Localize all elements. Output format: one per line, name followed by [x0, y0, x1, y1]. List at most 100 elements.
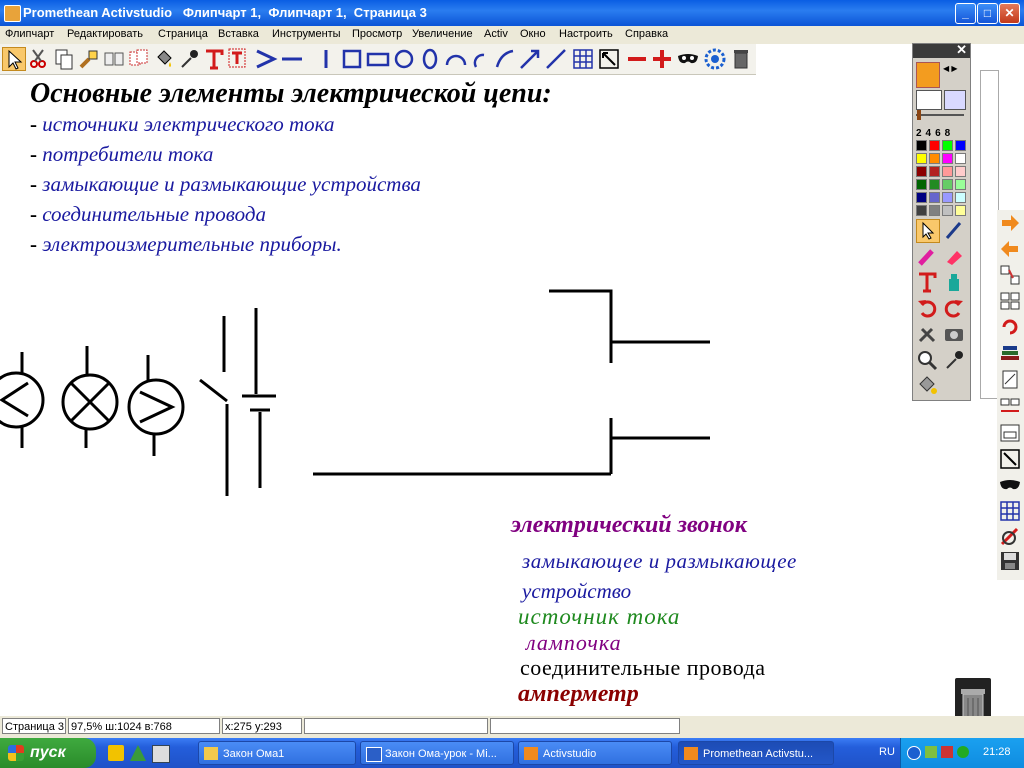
resize-page-icon[interactable] [999, 448, 1021, 470]
width-slider[interactable] [916, 114, 964, 122]
spray-icon[interactable] [943, 271, 965, 293]
reset-page-icon[interactable] [999, 316, 1021, 338]
activstudio-icon [524, 747, 538, 760]
color-swatch[interactable] [929, 205, 940, 216]
color-swatch[interactable] [916, 192, 927, 203]
reveal-mask-icon[interactable] [999, 474, 1021, 496]
color-swatch[interactable] [942, 153, 953, 164]
undo-icon[interactable] [916, 297, 938, 319]
page-width-icon[interactable] [999, 396, 1021, 418]
taskbar-button-label: Закон Ома1 [223, 748, 285, 760]
taskbar-button[interactable]: Закон Ома-урок - Mi... [360, 741, 514, 765]
pen-icon[interactable] [943, 219, 965, 241]
taskbar-button[interactable]: Закон Ома1 [198, 741, 356, 765]
tray-icon[interactable] [957, 746, 969, 758]
color-swatch[interactable] [955, 192, 966, 203]
eraser-icon[interactable] [943, 245, 965, 267]
camera-icon[interactable] [943, 323, 965, 345]
color-swatch[interactable] [929, 153, 940, 164]
desktop-icon[interactable] [944, 90, 966, 110]
label-wires: соединительные провода [520, 655, 766, 680]
magnifier-icon[interactable] [916, 349, 938, 371]
color-swatch[interactable] [942, 205, 953, 216]
color-swatch[interactable] [955, 205, 966, 216]
panel-header[interactable]: ✕ [913, 42, 970, 58]
next-page-icon[interactable] [999, 212, 1021, 234]
screen-icon[interactable] [916, 90, 942, 110]
panel-close-button[interactable]: ✕ [956, 42, 967, 58]
bucket-icon[interactable] [916, 374, 938, 396]
minimize-button[interactable]: _ [955, 3, 976, 24]
resource-library-icon[interactable] [999, 342, 1021, 364]
pen-widths[interactable]: 2468 [916, 128, 954, 139]
taskbar: пуск Закон Ома1 Закон Ома-урок - Mi... A… [0, 738, 1024, 768]
switch-symbol[interactable] [199, 316, 229, 496]
color-swatch[interactable] [955, 179, 966, 190]
folder-icon [204, 747, 218, 760]
close-button[interactable]: ✕ [999, 3, 1020, 24]
color-swatch[interactable] [955, 153, 966, 164]
color-swatch[interactable] [929, 179, 940, 190]
maximize-button[interactable]: □ [977, 3, 998, 24]
color-swatch[interactable] [942, 179, 953, 190]
status-empty-1 [304, 718, 488, 734]
color-swatch[interactable] [916, 153, 927, 164]
color-swatch[interactable] [916, 205, 927, 216]
circuit-drawing [0, 289, 710, 496]
color-swatch[interactable] [955, 140, 966, 151]
color-swatch[interactable] [929, 140, 940, 151]
tray-icon[interactable] [941, 746, 953, 758]
status-zoom: 97,5% ш:1024 в:768 [68, 718, 220, 734]
panel-nav-icon[interactable]: ◀ ▶ [943, 64, 958, 73]
save-icon[interactable] [999, 550, 1021, 572]
prev-page-icon[interactable] [999, 238, 1021, 260]
quicklaunch-icon[interactable] [130, 745, 146, 761]
quicklaunch-icon[interactable] [108, 745, 124, 761]
color-swatch[interactable] [942, 192, 953, 203]
quicklaunch-icon[interactable] [152, 745, 170, 763]
battery-symbol[interactable] [242, 308, 276, 488]
color-swatch[interactable] [942, 166, 953, 177]
color-swatch[interactable] [955, 166, 966, 177]
start-label: пуск [30, 744, 66, 761]
ammeter-symbol[interactable] [0, 352, 45, 448]
bell-symbol[interactable] [313, 289, 710, 476]
highlighter-icon[interactable] [916, 245, 938, 267]
taskbar-button-label: Закон Ома-урок - Mi... [385, 748, 497, 760]
start-button[interactable]: пуск [0, 738, 96, 768]
taskbar-button[interactable]: Activstudio [518, 741, 672, 765]
lamp-symbol[interactable] [61, 346, 119, 448]
clock[interactable]: 21:28 [983, 746, 1011, 758]
status-empty-2 [490, 718, 680, 734]
color-swatch[interactable] [916, 166, 927, 177]
tray-icon[interactable] [925, 746, 937, 758]
status-bar: Страница 3 97,5% ш:1024 в:768 x:275 y:29… [0, 716, 1024, 738]
restore-icon[interactable] [999, 526, 1021, 548]
dropper-icon[interactable] [943, 349, 965, 371]
promethean-icon [684, 747, 698, 760]
tray-expand-icon[interactable] [907, 746, 921, 760]
taskbar-button-label: Promethean Activstu... [703, 748, 814, 760]
language-indicator[interactable]: RU [879, 746, 895, 758]
flipchart-icon[interactable] [916, 62, 940, 88]
color-swatch[interactable] [929, 166, 940, 177]
color-swatch[interactable] [942, 140, 953, 151]
page-organizer-icon[interactable] [999, 290, 1021, 312]
redo-icon[interactable] [943, 297, 965, 319]
label-switch-line1: замыкающее и размыкающее [522, 549, 797, 573]
page-split-icon[interactable] [999, 422, 1021, 444]
slider-handle[interactable] [917, 110, 921, 120]
color-swatch[interactable] [916, 179, 927, 190]
select-tool-icon[interactable] [916, 219, 940, 243]
text-icon[interactable] [916, 271, 938, 293]
page-sorter-icon[interactable] [999, 264, 1021, 286]
word-icon [366, 747, 382, 762]
notes-icon[interactable] [999, 368, 1021, 390]
voltmeter-symbol[interactable] [127, 355, 185, 456]
label-bell: электрический звонок [511, 512, 747, 538]
taskbar-button[interactable]: Promethean Activstu... [678, 741, 834, 765]
grid-icon[interactable] [999, 500, 1021, 522]
color-swatch[interactable] [916, 140, 927, 151]
tools-icon[interactable] [916, 323, 938, 345]
color-swatch[interactable] [929, 192, 940, 203]
